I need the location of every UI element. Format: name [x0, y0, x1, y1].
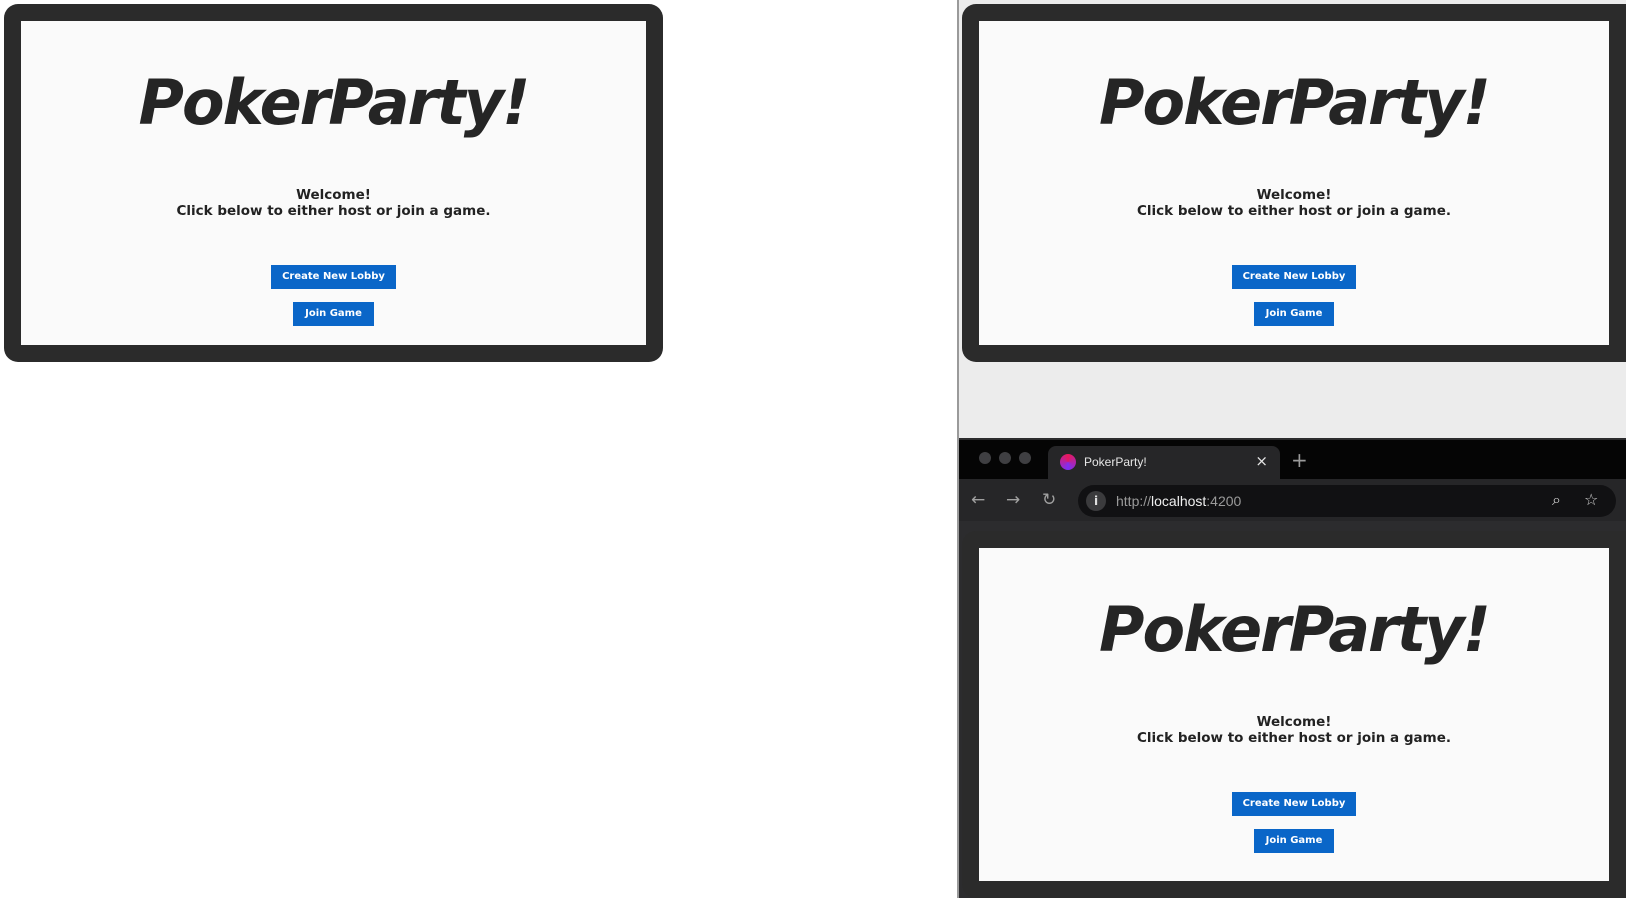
- app-content: PokerParty! Welcome! Click below to eith…: [979, 21, 1609, 345]
- create-lobby-button[interactable]: Create New Lobby: [271, 265, 396, 289]
- welcome-text: Welcome! Click below to either host or j…: [1137, 714, 1451, 746]
- welcome-text: Welcome! Click below to either host or j…: [1137, 187, 1451, 219]
- reload-icon[interactable]: ↻: [1042, 490, 1056, 510]
- window-maximize-dot[interactable]: [1019, 452, 1031, 464]
- app-window-left: PokerParty! Welcome! Click below to eith…: [4, 4, 663, 362]
- back-icon[interactable]: ←: [971, 490, 985, 510]
- zoom-icon[interactable]: ⌕: [1552, 490, 1561, 510]
- app-window-right-top: PokerParty! Welcome! Click below to eith…: [962, 4, 1626, 362]
- bookmark-star-icon[interactable]: ☆: [1584, 490, 1598, 509]
- join-game-button[interactable]: Join Game: [1253, 829, 1335, 853]
- welcome-line-2: Click below to either host or join a gam…: [176, 203, 491, 219]
- app-title: PokerParty!: [138, 66, 531, 139]
- welcome-line-1: Welcome!: [1256, 714, 1332, 730]
- join-game-button[interactable]: Join Game: [1253, 302, 1335, 326]
- browser-tab[interactable]: PokerParty! ×: [1048, 446, 1280, 479]
- url-scheme: http://: [1116, 493, 1152, 509]
- welcome-text: Welcome! Click below to either host or j…: [176, 187, 490, 219]
- window-close-dot[interactable]: [979, 452, 991, 464]
- toolbar-bottom-edge: [959, 521, 1626, 527]
- window-minimize-dot[interactable]: [999, 452, 1011, 464]
- forward-icon[interactable]: →: [1006, 490, 1020, 510]
- tab-title: PokerParty!: [1084, 455, 1147, 469]
- create-lobby-button[interactable]: Create New Lobby: [1231, 792, 1357, 816]
- url-text[interactable]: http://localhost:4200: [1116, 493, 1241, 509]
- angular-favicon-icon: [1060, 454, 1076, 470]
- welcome-line-1: Welcome!: [1256, 187, 1332, 203]
- new-tab-icon[interactable]: +: [1291, 448, 1308, 472]
- app-window-right-bottom: PokerParty! Welcome! Click below to eith…: [962, 531, 1626, 898]
- address-bar[interactable]: i http://localhost:4200 ⌕ ☆: [1078, 485, 1616, 517]
- app-title: PokerParty!: [1099, 593, 1491, 666]
- app-content: PokerParty! Welcome! Click below to eith…: [979, 548, 1609, 881]
- site-info-icon[interactable]: i: [1086, 491, 1106, 511]
- welcome-line-1: Welcome!: [296, 187, 371, 203]
- url-host: localhost: [1151, 493, 1207, 509]
- tab-close-icon[interactable]: ×: [1255, 452, 1268, 470]
- app-content: PokerParty! Welcome! Click below to eith…: [21, 21, 646, 345]
- create-lobby-button[interactable]: Create New Lobby: [1231, 265, 1357, 289]
- url-port: :4200: [1206, 493, 1242, 509]
- join-game-button[interactable]: Join Game: [293, 302, 374, 326]
- welcome-line-2: Click below to either host or join a gam…: [1136, 730, 1451, 746]
- app-title: PokerParty!: [1099, 66, 1491, 139]
- welcome-line-2: Click below to either host or join a gam…: [1136, 203, 1451, 219]
